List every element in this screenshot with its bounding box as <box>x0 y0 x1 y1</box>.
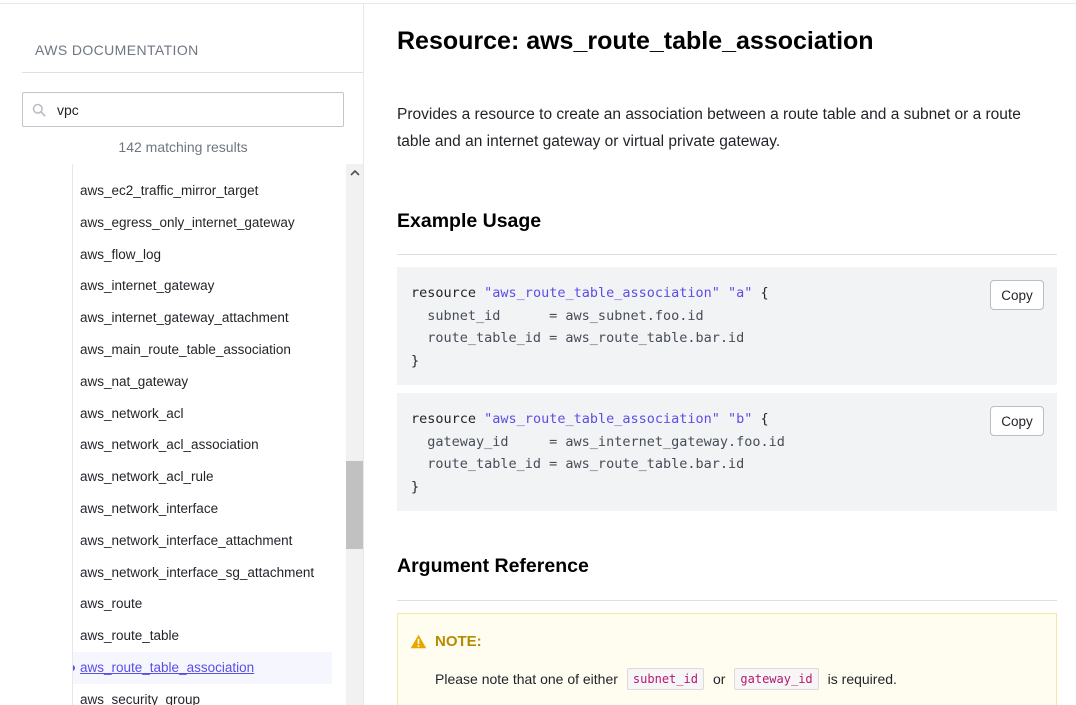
sidebar-divider <box>22 72 363 73</box>
main-content: Resource: aws_route_table_association Pr… <box>397 0 1057 705</box>
sidebar-item-aws-internet-gateway[interactable]: aws_internet_gateway <box>73 270 347 302</box>
sidebar-item-aws-main-route-table-association[interactable]: aws_main_route_table_association <box>73 334 347 366</box>
note-text-part: or <box>712 671 726 687</box>
search-box[interactable] <box>22 92 344 127</box>
note-text-part: is required. <box>827 671 897 687</box>
code-content: resource "aws_route_table_association" "… <box>411 285 769 369</box>
sidebar-title: AWS DOCUMENTATION <box>35 42 199 58</box>
nav-list-container: aws_ec2_traffic_mirror_target aws_egress_… <box>72 164 364 705</box>
sidebar: AWS DOCUMENTATION 142 matching results a… <box>0 4 364 705</box>
sidebar-item-aws-route-table-association[interactable]: aws_route_table_association <box>73 651 332 684</box>
scroll-up-button[interactable] <box>346 164 363 181</box>
page-title: Resource: aws_route_table_association <box>397 27 874 55</box>
note-header: NOTE: <box>410 633 482 650</box>
note-text-part: Please note that one of either <box>435 671 618 687</box>
code-string: "b" <box>728 411 753 427</box>
sidebar-item-aws-network-acl[interactable]: aws_network_acl <box>73 398 347 430</box>
sidebar-item-aws-network-acl-rule[interactable]: aws_network_acl_rule <box>73 461 347 493</box>
chevron-up-icon <box>349 169 360 176</box>
warning-icon <box>410 634 427 649</box>
code-line: subnet_id = aws_subnet.foo.id <box>411 307 704 324</box>
sidebar-item-aws-egress-only-internet-gateway[interactable]: aws_egress_only_internet_gateway <box>73 207 347 239</box>
heading-divider <box>397 600 1057 601</box>
inline-code-subnet-id: subnet_id <box>626 668 704 690</box>
sidebar-item-aws-ec2-traffic-mirror-target[interactable]: aws_ec2_traffic_mirror_target <box>73 175 347 207</box>
sidebar-item-aws-nat-gateway[interactable]: aws_nat_gateway <box>73 366 347 398</box>
code-keyword: resource <box>411 285 477 301</box>
results-count: 142 matching results <box>118 139 248 155</box>
code-line: route_table_id = aws_route_table.bar.id <box>411 456 745 472</box>
argument-reference-heading: Argument Reference <box>397 555 589 577</box>
code-block-b: resource "aws_route_table_association" "… <box>397 393 1057 511</box>
example-usage-heading: Example Usage <box>397 210 542 232</box>
sidebar-item-aws-network-interface-attachment[interactable]: aws_network_interface_attachment <box>73 525 347 557</box>
sidebar-item-aws-security-group[interactable]: aws_security_group <box>73 684 347 705</box>
code-content: resource "aws_route_table_association" "… <box>411 411 785 495</box>
intro-text: Provides a resource to create an associa… <box>397 106 1021 150</box>
nav-list: aws_ec2_traffic_mirror_target aws_egress_… <box>73 164 347 705</box>
sidebar-scrollbar[interactable] <box>346 164 363 705</box>
sidebar-item-aws-route[interactable]: aws_route <box>73 588 347 620</box>
sidebar-item-aws-flow-log[interactable]: aws_flow_log <box>73 239 347 271</box>
scroll-thumb[interactable] <box>346 461 363 549</box>
sidebar-item-aws-network-acl-association[interactable]: aws_network_acl_association <box>73 429 347 461</box>
code-keyword: resource <box>411 411 477 427</box>
copy-button[interactable]: Copy <box>990 280 1044 310</box>
search-input[interactable] <box>57 99 327 121</box>
note-callout: NOTE: Please note that one of either sub… <box>397 613 1057 705</box>
code-string: "aws_route_table_association" <box>484 285 720 301</box>
code-string: "a" <box>728 285 753 301</box>
copy-button[interactable]: Copy <box>990 406 1044 436</box>
sidebar-item-aws-route-table[interactable]: aws_route_table <box>73 620 347 652</box>
sidebar-item-aws-internet-gateway-attachment[interactable]: aws_internet_gateway_attachment <box>73 302 347 334</box>
sidebar-item-aws-network-interface[interactable]: aws_network_interface <box>73 493 347 525</box>
heading-divider <box>397 254 1057 255</box>
code-block-a: resource "aws_route_table_association" "… <box>397 267 1057 385</box>
note-text: Please note that one of either subnet_id… <box>435 668 897 690</box>
code-line: gateway_id = aws_internet_gateway.foo.id <box>411 433 785 450</box>
inline-code-gateway-id: gateway_id <box>734 668 819 690</box>
sidebar-item-aws-network-interface-sg-attachment[interactable]: aws_network_interface_sg_attachment <box>73 557 347 589</box>
code-string: "aws_route_table_association" <box>484 411 720 427</box>
note-label: NOTE: <box>435 633 482 650</box>
search-icon <box>32 103 46 117</box>
code-line: route_table_id = aws_route_table.bar.id <box>411 330 745 346</box>
